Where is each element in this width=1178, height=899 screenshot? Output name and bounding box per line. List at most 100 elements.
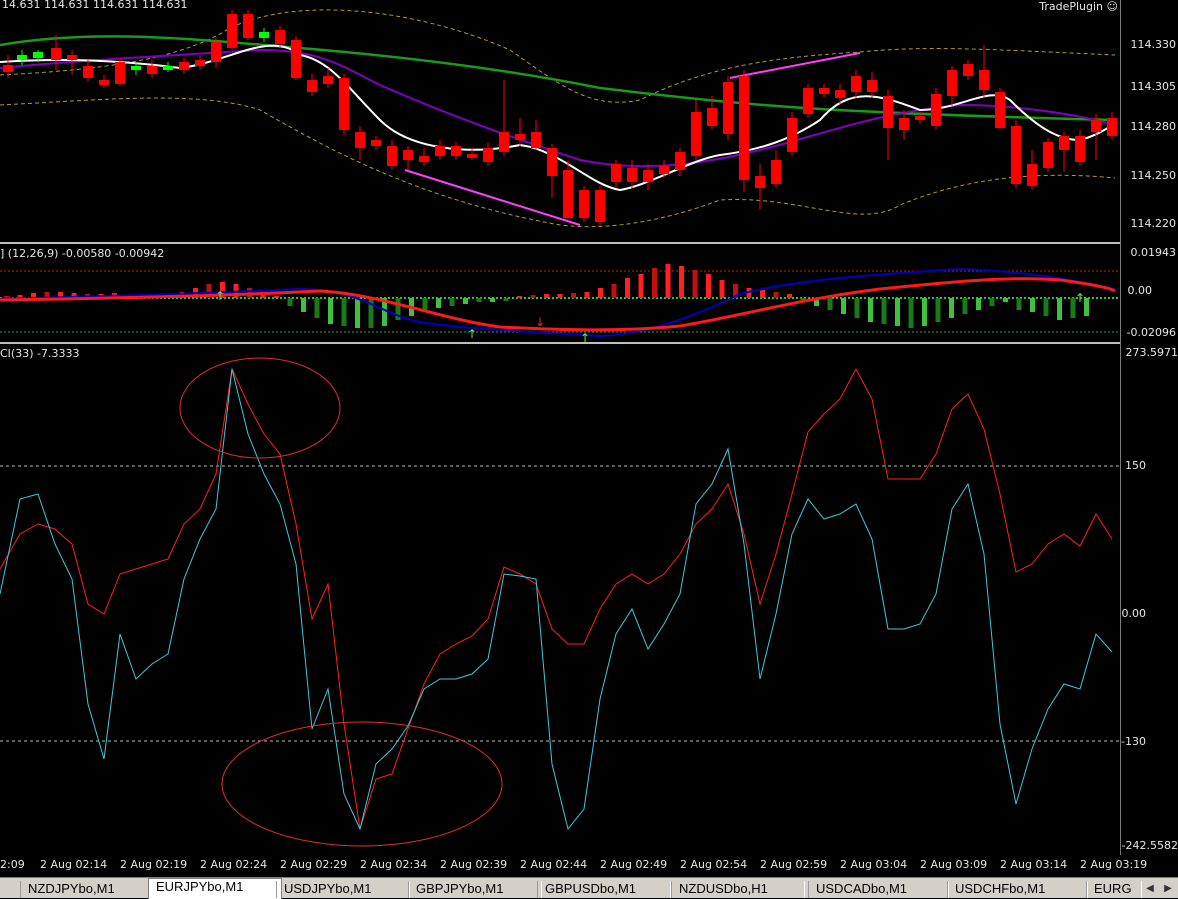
candle-body — [835, 90, 845, 98]
candle-body — [531, 132, 541, 148]
macd-bar — [760, 290, 765, 298]
time-tick: 2 Aug 02:34 — [360, 858, 427, 871]
candle-body — [995, 92, 1005, 128]
time-tick: 2 Aug 02:59 — [760, 858, 827, 871]
candle-body — [579, 190, 589, 218]
candle-body — [499, 132, 509, 152]
macd-bar — [976, 298, 981, 310]
macd-bar — [922, 298, 927, 326]
macd-bar — [301, 298, 306, 312]
candle-body — [1027, 164, 1037, 186]
scroll-right-icon[interactable]: ▶ — [1160, 881, 1176, 896]
candle-body — [1011, 126, 1021, 184]
macd-bar — [855, 298, 860, 318]
time-tick: 2 Aug 03:04 — [840, 858, 907, 871]
price-axis-label: 114.330 — [1131, 38, 1177, 51]
candle-body — [595, 190, 605, 222]
time-tick: 2 Aug 02:29 — [280, 858, 347, 871]
price-chart — [0, 0, 1120, 242]
time-axis[interactable]: 2:09 2 Aug 02:14 2 Aug 02:19 2 Aug 02:24… — [0, 855, 1178, 877]
cci-axis-label: 0.00 — [1122, 607, 1147, 620]
candle-body — [931, 94, 941, 126]
cci-axis-label: -130 — [1121, 735, 1146, 748]
macd-bar — [679, 266, 684, 298]
time-tick: 2 Aug 02:39 — [440, 858, 507, 871]
macd-bar — [841, 298, 846, 314]
tab-gbpusd[interactable]: GBPUSDbo,M1 — [537, 881, 671, 898]
tab-nzdusd[interactable]: NZDUSDbo,H1 — [671, 881, 805, 898]
macd-bar — [288, 298, 293, 306]
candle-body — [627, 168, 637, 182]
macd-bar — [342, 298, 347, 326]
tab-nzdjpy[interactable]: NZDJPYbo,M1 — [20, 881, 154, 898]
macd-bar — [693, 270, 698, 298]
candle-body — [115, 62, 125, 84]
candlesticks — [3, 10, 1117, 226]
candle-body — [275, 30, 285, 44]
cci-axis-label: 150 — [1125, 459, 1146, 472]
macd-chart: ↑ ↓ ↑ ↑ ↑ — [0, 244, 1120, 342]
tab-usdcad[interactable]: USDCADbo,M1 — [808, 881, 949, 898]
chart-tab-bar: NZDJPYbo,M1 EURJPYbo,M1 USDJPYbo,M1 GBPJ… — [0, 877, 1178, 898]
svg-text:↑: ↑ — [580, 331, 590, 342]
candle-body — [67, 55, 77, 60]
candle-body — [83, 66, 93, 78]
price-axis-label: 114.280 — [1131, 120, 1177, 133]
macd-bar — [436, 298, 441, 308]
candle-body — [483, 148, 493, 162]
candle-body — [3, 65, 13, 72]
candle-body — [403, 150, 413, 160]
candle-body — [755, 176, 765, 188]
macd-bar — [774, 292, 779, 298]
svg-text:↑: ↑ — [215, 289, 225, 303]
macd-bar — [517, 296, 522, 298]
macd-bar — [274, 296, 279, 298]
candle-body — [451, 146, 461, 156]
macd-bar — [477, 298, 482, 302]
macd-bar — [787, 294, 792, 298]
candle-body — [307, 80, 317, 92]
candle-body — [131, 66, 141, 70]
candle-body — [1059, 136, 1069, 150]
candle-body — [99, 80, 109, 85]
candle-body — [435, 146, 445, 156]
cci-axis-label: 273.5971 — [1126, 346, 1178, 359]
tab-usdjpy[interactable]: USDJPYbo,M1 — [276, 881, 410, 898]
macd-bar — [558, 294, 563, 298]
candle-body — [291, 40, 301, 78]
macd-bar — [963, 298, 968, 314]
candle-body — [611, 164, 621, 182]
candle-body — [339, 78, 349, 130]
tab-gbpjpy[interactable]: GBPJPYbo,M1 — [408, 881, 542, 898]
scroll-left-icon[interactable]: ◀ — [1142, 881, 1158, 896]
svg-text:↑: ↑ — [467, 327, 477, 341]
candle-body — [371, 140, 381, 146]
macd-bar — [882, 298, 887, 324]
macd-bar — [4, 296, 9, 298]
candle-body — [915, 116, 925, 120]
candle-body — [51, 48, 61, 60]
macd-bar — [1003, 298, 1008, 302]
tab-eurg[interactable]: EURG — [1086, 881, 1142, 898]
candle-body — [803, 88, 813, 114]
candle-body — [17, 55, 27, 60]
candle-body — [33, 52, 43, 58]
time-tick: 2 Aug 03:09 — [920, 858, 987, 871]
candle-body — [419, 156, 429, 162]
macd-bar — [504, 298, 509, 301]
cci-pane[interactable]: CI(33) -7.3333 — [0, 344, 1178, 855]
candle-body — [963, 64, 973, 76]
macd-bar — [355, 298, 360, 328]
tab-eurjpy[interactable]: EURJPYbo,M1 — [148, 878, 282, 899]
price-pane[interactable]: 14.631 114.631 114.631 114.631 TradePlug… — [0, 0, 1178, 242]
macd-bar — [328, 298, 333, 324]
candle-body — [691, 112, 701, 156]
macd-pane[interactable]: ] (12,26,9) -0.00580 -0.00942 ↑ ↓ ↑ ↑ ↑ — [0, 244, 1178, 342]
macd-bar — [828, 298, 833, 310]
candle-body — [787, 118, 797, 152]
tab-usdchf[interactable]: USDCHFbo,M1 — [947, 881, 1088, 898]
macd-bar — [1017, 298, 1022, 310]
candle-body — [723, 82, 733, 134]
candle-body — [771, 160, 781, 184]
price-axis-label: 114.220 — [1131, 217, 1177, 230]
